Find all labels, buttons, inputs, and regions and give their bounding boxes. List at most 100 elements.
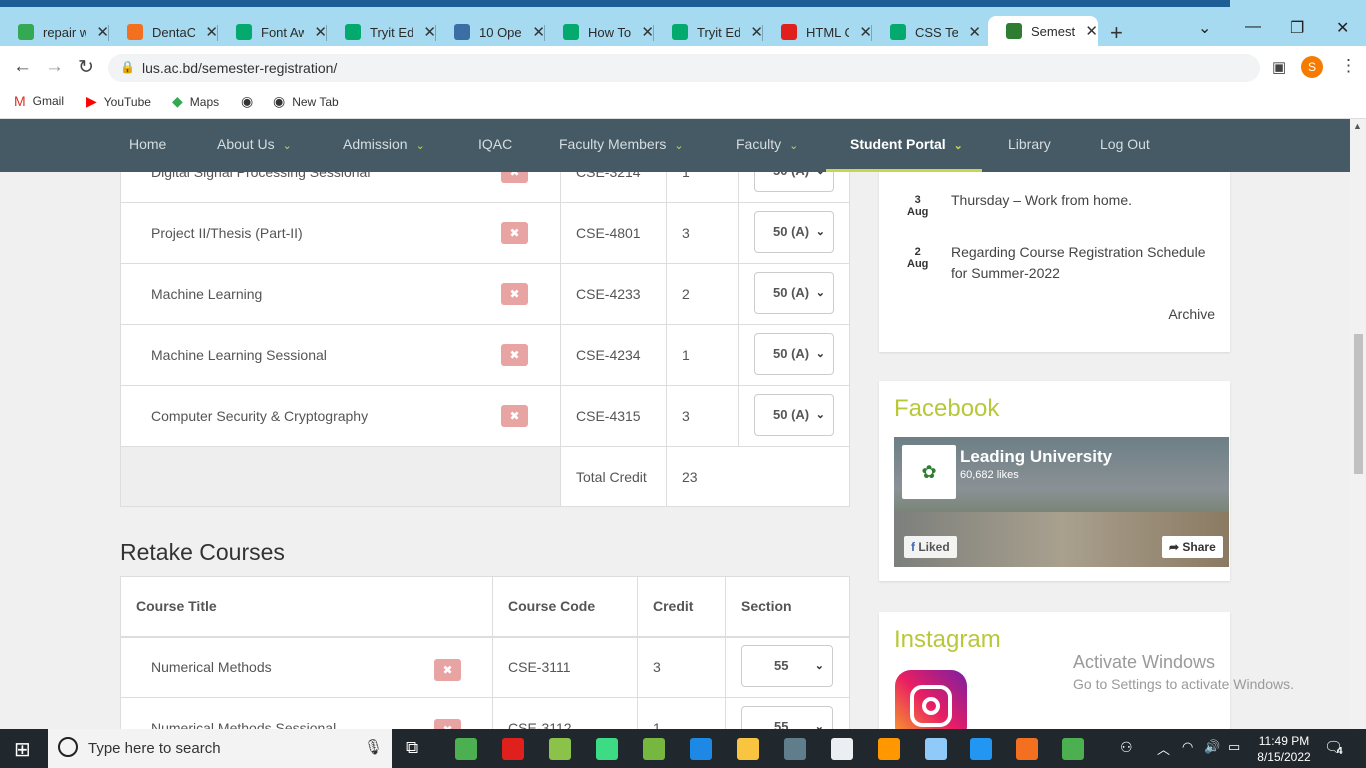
facebook-page-plugin[interactable]: ✿ Leading University 60,682 likes f Like…	[894, 437, 1229, 567]
section-select[interactable]: 50 (A)⌄	[754, 210, 834, 253]
chrome-icon[interactable]	[455, 738, 477, 760]
bookmark-globe[interactable]: ◉	[241, 93, 260, 110]
android-studio-icon[interactable]	[596, 738, 618, 760]
browser-tab[interactable]: DentaCa✕	[109, 18, 218, 46]
nav-item[interactable]: Student Portal ⌄	[850, 136, 963, 152]
nav-item[interactable]: Faculty ⌄	[736, 136, 798, 152]
browser-tab[interactable]: Font Aw ✕	[218, 18, 327, 46]
bookmark-gmail[interactable]: M Gmail	[14, 93, 64, 109]
archive-link[interactable]: Archive	[1168, 306, 1215, 322]
vscode-icon[interactable]	[970, 738, 992, 760]
browser-tab[interactable]: 10 Open✕	[436, 18, 545, 46]
section-select[interactable]: 50 (A)⌄	[754, 332, 834, 375]
file-explorer-icon[interactable]	[737, 738, 759, 760]
section-select[interactable]: 50 (A)⌄	[754, 393, 834, 436]
chevron-down-icon: ⌄	[811, 211, 825, 252]
instagram-icon[interactable]	[895, 670, 967, 729]
browser-tab[interactable]: CSS Text✕	[872, 18, 981, 46]
chevron-down-icon: ⌄	[953, 140, 963, 152]
microphone-icon[interactable]: 🎙	[364, 738, 383, 756]
remove-course-button[interactable]: ✖	[501, 283, 528, 305]
section-select[interactable]: 50 (A)⌄	[754, 271, 834, 314]
nav-item[interactable]: Home	[129, 136, 166, 152]
desktop-strip	[0, 0, 1230, 7]
back-icon[interactable]: ←	[13, 56, 32, 78]
bookmark-maps[interactable]: ◆ Maps	[172, 93, 219, 110]
course-title-cell: Numerical Methods ✖	[120, 636, 493, 698]
remove-course-button[interactable]: ✖	[501, 344, 528, 366]
reload-icon[interactable]: ↻	[78, 56, 94, 79]
xampp-icon[interactable]	[1016, 738, 1038, 760]
notice-link[interactable]: Regarding Course Registration Schedule f…	[951, 242, 1216, 284]
new-tab-button[interactable]: +	[1110, 20, 1123, 46]
notepad-icon[interactable]	[925, 738, 947, 760]
nav-item[interactable]: About Us ⌄	[217, 136, 292, 152]
column-header: Course Code	[492, 576, 638, 638]
close-tab-icon[interactable]: ✕	[968, 23, 981, 41]
profile-avatar[interactable]: S	[1301, 56, 1323, 78]
fb-liked-button[interactable]: f Liked	[904, 536, 957, 558]
section-select[interactable]: 55 ⌄	[741, 644, 833, 687]
chrome-profile-icon[interactable]	[1062, 738, 1084, 760]
remove-course-button[interactable]: ✖	[434, 719, 461, 729]
course-row: Computer Security & Cryptography ✖ CSE-43…	[120, 385, 850, 447]
chevron-down-icon: ⌄	[811, 272, 825, 313]
browser-tab[interactable]: repair w ✕	[0, 18, 109, 46]
store-icon[interactable]	[784, 738, 806, 760]
facebook-panel: Facebook ✿ Leading University 60,682 lik…	[879, 381, 1230, 581]
course-row: Machine Learning Sessional ✖ CSE-4234 1 5…	[120, 324, 850, 386]
taskbar-clock[interactable]: 11:49 PM 8/15/2022	[1252, 733, 1316, 765]
minimize-button[interactable]: —	[1245, 18, 1261, 36]
remove-course-button[interactable]: ✖	[501, 222, 528, 244]
forward-icon[interactable]: →	[45, 56, 64, 78]
browser-tab[interactable]: Semeste✕	[988, 16, 1098, 46]
app-grid-icon[interactable]	[549, 738, 571, 760]
opera-icon[interactable]	[502, 738, 524, 760]
bookmark-new-tab[interactable]: ◉ New Tab	[273, 93, 339, 110]
edge-icon[interactable]	[690, 738, 712, 760]
tray-chevron-icon[interactable]: ︿	[1157, 739, 1170, 758]
task-view-icon[interactable]: ⧉	[406, 738, 418, 758]
taskbar-search-box[interactable]: Type here to search 🎙	[48, 729, 392, 768]
app-icon[interactable]	[878, 738, 900, 760]
nav-item[interactable]: Faculty Members ⌄	[559, 136, 684, 152]
windows-start-icon[interactable]: ⊞	[14, 737, 31, 762]
utorrent-icon[interactable]	[643, 738, 665, 760]
battery-icon[interactable]: ▭	[1228, 739, 1240, 755]
chevron-down-icon: ⌄	[811, 394, 825, 435]
nav-item[interactable]: Library	[1008, 136, 1051, 152]
mail-icon[interactable]	[831, 738, 853, 760]
wifi-icon[interactable]: ◠	[1182, 739, 1193, 755]
tab-search-icon[interactable]: ⌄	[1198, 18, 1211, 38]
browser-tab[interactable]: Tryit Edit✕	[327, 18, 436, 46]
nav-item[interactable]: IQAC	[478, 136, 512, 152]
course-code-cell: CSE-3111	[492, 636, 638, 698]
browser-tab[interactable]: Tryit Edit✕	[654, 18, 763, 46]
remove-course-button[interactable]: ✖	[501, 405, 528, 427]
sidebar-icon[interactable]: ▣	[1272, 58, 1286, 76]
fb-share-button[interactable]: ➦ Share	[1162, 536, 1223, 558]
browser-tab[interactable]: How To ✕	[545, 18, 654, 46]
menu-icon[interactable]: ⋮	[1340, 56, 1357, 76]
share-icon: ➦	[1169, 540, 1183, 554]
fb-page-name[interactable]: Leading University	[960, 447, 1112, 467]
restore-button[interactable]: ❐	[1290, 18, 1304, 38]
remove-course-button[interactable]: ✖	[434, 658, 461, 681]
url-text[interactable]: lus.ac.bd/semester-registration/	[142, 60, 337, 76]
people-icon[interactable]: ⚇	[1120, 739, 1133, 756]
scroll-up-icon[interactable]: ▲	[1353, 121, 1362, 131]
page-scrollbar[interactable]: ▲	[1350, 119, 1366, 729]
scrollbar-thumb[interactable]	[1354, 334, 1363, 474]
close-window-button[interactable]: ✕	[1336, 18, 1349, 38]
notice-link[interactable]: Thursday – Work from home.	[951, 190, 1132, 211]
chevron-down-icon: ⌄	[810, 706, 824, 729]
gmail-icon: M	[14, 93, 26, 109]
bookmark-youtube[interactable]: ▶ YouTube	[86, 93, 151, 110]
section-select[interactable]: 55 ⌄	[741, 705, 833, 729]
volume-icon[interactable]: 🔊	[1204, 739, 1220, 755]
nav-item[interactable]: Admission ⌄	[343, 136, 425, 152]
lock-icon[interactable]: 🔒	[120, 60, 135, 74]
close-tab-icon[interactable]: ✕	[1085, 22, 1098, 40]
browser-tab[interactable]: HTML C ✕	[763, 18, 872, 46]
nav-item[interactable]: Log Out	[1100, 136, 1150, 152]
